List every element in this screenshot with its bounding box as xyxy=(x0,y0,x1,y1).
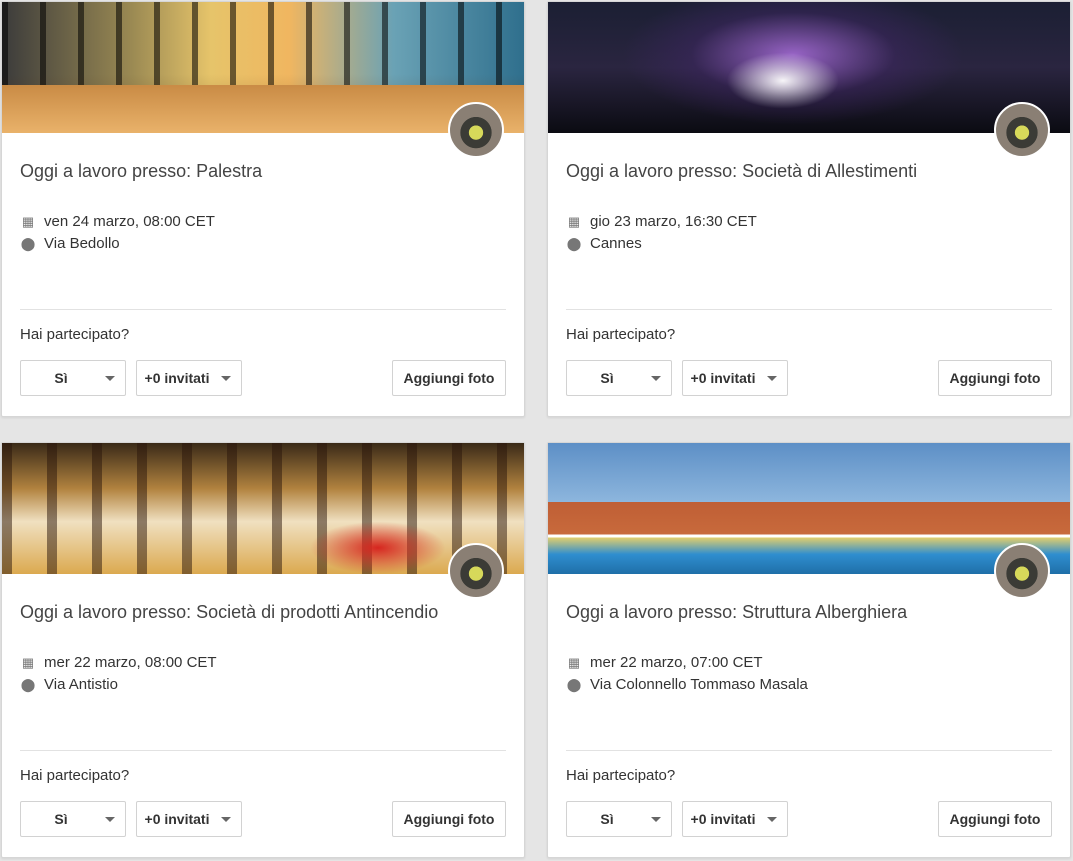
attendance-question: Hai partecipato? xyxy=(566,767,676,784)
chevron-down-icon xyxy=(221,816,231,822)
event-title[interactable]: Oggi a lavoro presso: Società di prodott… xyxy=(20,602,438,623)
location-pin-icon: ⬤ xyxy=(20,236,36,251)
chevron-down-icon xyxy=(651,816,661,822)
location-pin-icon: ⬤ xyxy=(566,677,582,692)
chevron-down-icon xyxy=(105,816,115,822)
forklift-avatar xyxy=(448,102,504,158)
calendar-icon: ▦ xyxy=(21,214,35,229)
forklift-avatar xyxy=(994,543,1050,599)
divider xyxy=(20,750,506,751)
event-location: ⬤ Cannes xyxy=(566,235,642,252)
event-card-alberghiera[interactable]: Oggi a lavoro presso: Struttura Alberghi… xyxy=(547,442,1071,858)
gym-banner-image xyxy=(2,2,524,133)
hotel-banner-image xyxy=(548,443,1070,574)
divider xyxy=(20,309,506,310)
divider xyxy=(566,309,1052,310)
fire-extinguisher-banner-image xyxy=(2,443,524,574)
event-date: ▦ mer 22 marzo, 08:00 CET xyxy=(21,654,217,671)
chevron-down-icon xyxy=(105,375,115,381)
guests-dropdown[interactable]: +0 invitati xyxy=(682,801,788,837)
event-title[interactable]: Oggi a lavoro presso: Palestra xyxy=(20,161,262,182)
attendance-question: Hai partecipato? xyxy=(566,326,676,343)
add-photo-button[interactable]: Aggiungi foto xyxy=(938,360,1052,396)
rsvp-dropdown[interactable]: Sì xyxy=(566,360,672,396)
calendar-icon: ▦ xyxy=(567,214,581,229)
chevron-down-icon xyxy=(651,375,661,381)
event-date: ▦ mer 22 marzo, 07:00 CET xyxy=(567,654,763,671)
location-pin-icon: ⬤ xyxy=(566,236,582,251)
event-banner-image xyxy=(548,2,1070,133)
rsvp-dropdown[interactable]: Sì xyxy=(566,801,672,837)
calendar-icon: ▦ xyxy=(567,655,581,670)
event-date: ▦ gio 23 marzo, 16:30 CET xyxy=(567,213,757,230)
attendance-question: Hai partecipato? xyxy=(20,326,130,343)
guests-dropdown[interactable]: +0 invitati xyxy=(682,360,788,396)
event-title[interactable]: Oggi a lavoro presso: Struttura Alberghi… xyxy=(566,602,907,623)
event-location: ⬤ Via Colonnello Tommaso Masala xyxy=(566,676,808,693)
chevron-down-icon xyxy=(767,816,777,822)
location-pin-icon: ⬤ xyxy=(20,677,36,692)
event-card-palestra[interactable]: Oggi a lavoro presso: Palestra ▦ ven 24 m… xyxy=(1,1,525,417)
chevron-down-icon xyxy=(767,375,777,381)
rsvp-dropdown[interactable]: Sì xyxy=(20,801,126,837)
event-date: ▦ ven 24 marzo, 08:00 CET xyxy=(21,213,215,230)
add-photo-button[interactable]: Aggiungi foto xyxy=(392,360,506,396)
calendar-icon: ▦ xyxy=(21,655,35,670)
add-photo-button[interactable]: Aggiungi foto xyxy=(938,801,1052,837)
guests-dropdown[interactable]: +0 invitati xyxy=(136,801,242,837)
attendance-question: Hai partecipato? xyxy=(20,767,130,784)
event-card-antincendio[interactable]: Oggi a lavoro presso: Società di prodott… xyxy=(1,442,525,858)
event-card-allestimenti[interactable]: Oggi a lavoro presso: Società di Allesti… xyxy=(547,1,1071,417)
divider xyxy=(566,750,1052,751)
guests-dropdown[interactable]: +0 invitati xyxy=(136,360,242,396)
event-title[interactable]: Oggi a lavoro presso: Società di Allesti… xyxy=(566,161,917,182)
event-location: ⬤ Via Antistio xyxy=(20,676,118,693)
event-location: ⬤ Via Bedollo xyxy=(20,235,120,252)
add-photo-button[interactable]: Aggiungi foto xyxy=(392,801,506,837)
chevron-down-icon xyxy=(221,375,231,381)
rsvp-dropdown[interactable]: Sì xyxy=(20,360,126,396)
forklift-avatar xyxy=(448,543,504,599)
forklift-avatar xyxy=(994,102,1050,158)
